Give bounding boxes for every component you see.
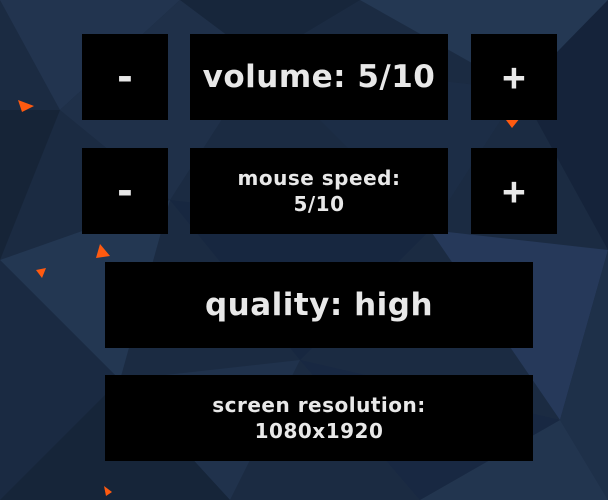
volume-setting: volume: 5/10: [190, 34, 448, 120]
screen-resolution-label: screen resolution: 1080x1920: [212, 393, 426, 443]
minus-icon: -: [113, 169, 137, 213]
quality-button[interactable]: quality: high: [105, 262, 533, 348]
screen-resolution-button[interactable]: screen resolution: 1080x1920: [105, 375, 533, 461]
mouse-speed-setting: mouse speed: 5/10: [190, 148, 448, 234]
quality-label: quality: high: [204, 287, 434, 323]
volume-decrease-button[interactable]: -: [82, 34, 168, 120]
minus-icon: -: [113, 55, 137, 99]
mouse-speed-label: mouse speed: 5/10: [237, 166, 401, 216]
mouse-speed-decrease-button[interactable]: -: [82, 148, 168, 234]
plus-icon: +: [502, 55, 526, 99]
volume-increase-button[interactable]: +: [471, 34, 557, 120]
plus-icon: +: [502, 169, 526, 213]
mouse-speed-increase-button[interactable]: +: [471, 148, 557, 234]
volume-label: volume: 5/10: [202, 59, 436, 95]
